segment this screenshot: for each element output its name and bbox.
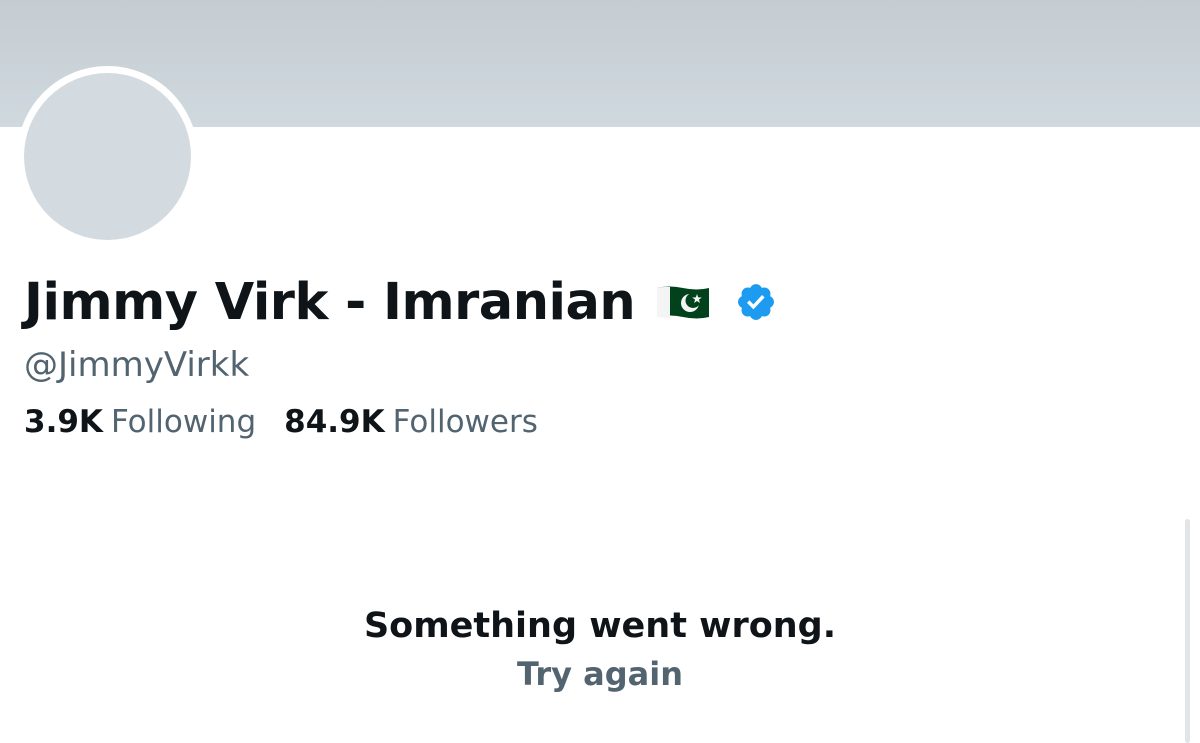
- name-row: Jimmy Virk - Imranian: [24, 266, 777, 338]
- try-again-button[interactable]: Try again: [517, 655, 683, 693]
- profile-page: Jimmy Virk - Imranian @JimmyVirkk 3.9K F…: [0, 0, 1200, 743]
- display-name: Jimmy Virk - Imranian: [24, 272, 636, 332]
- profile-handle: @JimmyVirkk: [24, 345, 250, 385]
- scrollbar[interactable]: [1185, 519, 1190, 743]
- retry-row: Try again: [0, 655, 1200, 693]
- error-message: Something went wrong.: [363, 606, 837, 646]
- following-link[interactable]: 3.9K Following: [24, 404, 256, 440]
- followers-link[interactable]: 84.9K Followers: [284, 404, 538, 440]
- followers-label: Followers: [392, 404, 538, 440]
- avatar[interactable]: [24, 73, 191, 240]
- following-label: Following: [110, 404, 257, 440]
- profile-stats: 3.9K Following 84.9K Followers: [24, 404, 538, 440]
- followers-count: 84.9K: [284, 404, 385, 440]
- following-count: 3.9K: [24, 404, 103, 440]
- pakistan-flag-icon: [657, 286, 710, 318]
- verified-badge-icon[interactable]: [735, 281, 777, 323]
